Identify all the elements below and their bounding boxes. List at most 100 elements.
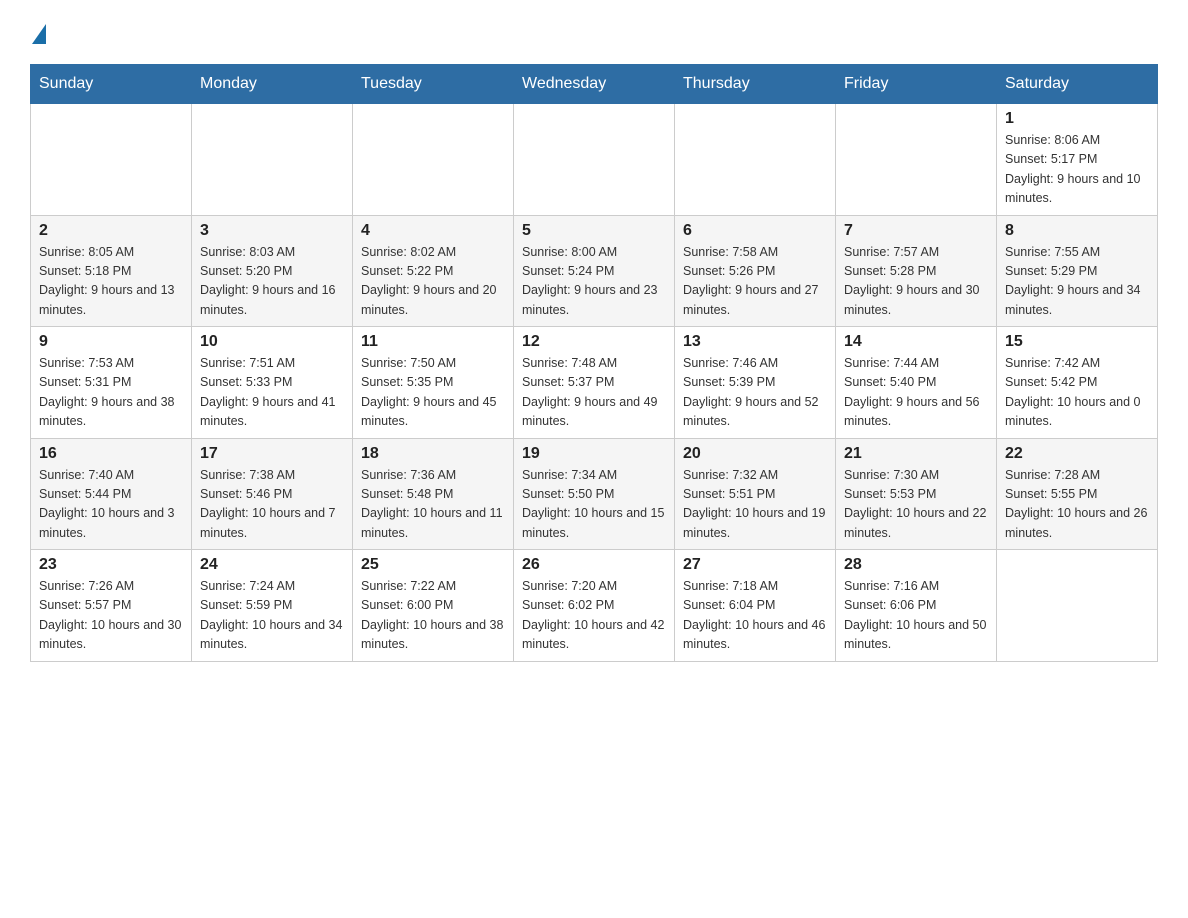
calendar-cell: 16Sunrise: 7:40 AM Sunset: 5:44 PM Dayli…: [31, 438, 192, 550]
day-info: Sunrise: 7:57 AM Sunset: 5:28 PM Dayligh…: [844, 243, 988, 321]
calendar-cell: 18 Sunrise: 7:36 AM Sunset: 5:48 PM Dayli…: [353, 438, 514, 550]
day-info: Sunrise: 7:51 AM Sunset: 5:33 PM Dayligh…: [200, 354, 344, 432]
calendar-cell: 28 Sunrise: 7:16 AM Sunset: 6:06 PM Dayli…: [836, 550, 997, 662]
day-number: 23: [39, 556, 183, 574]
day-info: Sunrise: 7:18 AM Sunset: 6:04 PM Dayligh…: [683, 577, 827, 655]
calendar-cell: 7 Sunrise: 7:57 AM Sunset: 5:28 PM Daylig…: [836, 215, 997, 327]
calendar-cell: [192, 104, 353, 216]
calendar-cell: 2 Sunrise: 8:05 AM Sunset: 5:18 PM Daylig…: [31, 215, 192, 327]
day-number: 22: [1005, 445, 1149, 463]
day-info: Sunrise: 7:40 AM Sunset: 5:44 PM Dayligh…: [39, 466, 183, 544]
day-info: Sunrise: 8:02 AM Sunset: 5:22 PM Dayligh…: [361, 243, 505, 321]
weekday-header-monday: Monday: [192, 65, 353, 104]
day-number: 2: [39, 222, 183, 240]
calendar-cell: 8Sunrise: 7:55 AM Sunset: 5:29 PM Daylig…: [997, 215, 1158, 327]
day-number: 20: [683, 445, 827, 463]
day-number: 10: [200, 333, 344, 351]
weekday-header-friday: Friday: [836, 65, 997, 104]
calendar-cell: 14Sunrise: 7:44 AM Sunset: 5:40 PM Dayli…: [836, 327, 997, 439]
day-info: Sunrise: 8:06 AM Sunset: 5:17 PM Dayligh…: [1005, 131, 1149, 209]
day-number: 1: [1005, 110, 1149, 128]
weekday-header-tuesday: Tuesday: [353, 65, 514, 104]
day-info: Sunrise: 7:30 AM Sunset: 5:53 PM Dayligh…: [844, 466, 988, 544]
logo-triangle-icon: [32, 24, 46, 44]
weekday-header-row: SundayMondayTuesdayWednesdayThursdayFrid…: [31, 65, 1158, 104]
calendar-week-row: 23 Sunrise: 7:26 AM Sunset: 5:57 PM Dayli…: [31, 550, 1158, 662]
calendar-week-row: 2 Sunrise: 8:05 AM Sunset: 5:18 PM Daylig…: [31, 215, 1158, 327]
day-number: 21: [844, 445, 988, 463]
logo: [30, 20, 46, 44]
day-number: 27: [683, 556, 827, 574]
calendar-cell: 4 Sunrise: 8:02 AM Sunset: 5:22 PM Daylig…: [353, 215, 514, 327]
calendar-table: SundayMondayTuesdayWednesdayThursdayFrid…: [30, 64, 1158, 662]
day-info: Sunrise: 7:42 AM Sunset: 5:42 PM Dayligh…: [1005, 354, 1149, 432]
day-info: Sunrise: 7:53 AM Sunset: 5:31 PM Dayligh…: [39, 354, 183, 432]
calendar-cell: 24 Sunrise: 7:24 AM Sunset: 5:59 PM Dayli…: [192, 550, 353, 662]
calendar-cell: 20 Sunrise: 7:32 AM Sunset: 5:51 PM Dayli…: [675, 438, 836, 550]
day-number: 7: [844, 222, 988, 240]
day-number: 26: [522, 556, 666, 574]
day-info: Sunrise: 7:24 AM Sunset: 5:59 PM Dayligh…: [200, 577, 344, 655]
calendar-cell: 12 Sunrise: 7:48 AM Sunset: 5:37 PM Dayli…: [514, 327, 675, 439]
day-number: 24: [200, 556, 344, 574]
day-number: 17: [200, 445, 344, 463]
weekday-header-sunday: Sunday: [31, 65, 192, 104]
weekday-header-thursday: Thursday: [675, 65, 836, 104]
day-info: Sunrise: 7:50 AM Sunset: 5:35 PM Dayligh…: [361, 354, 505, 432]
calendar-cell: 5Sunrise: 8:00 AM Sunset: 5:24 PM Daylig…: [514, 215, 675, 327]
calendar-cell: [31, 104, 192, 216]
day-number: 28: [844, 556, 988, 574]
calendar-cell: [353, 104, 514, 216]
calendar-cell: 13 Sunrise: 7:46 AM Sunset: 5:39 PM Dayli…: [675, 327, 836, 439]
day-info: Sunrise: 7:16 AM Sunset: 6:06 PM Dayligh…: [844, 577, 988, 655]
day-number: 4: [361, 222, 505, 240]
day-info: Sunrise: 7:36 AM Sunset: 5:48 PM Dayligh…: [361, 466, 505, 544]
calendar-cell: 25 Sunrise: 7:22 AM Sunset: 6:00 PM Dayli…: [353, 550, 514, 662]
calendar-cell: 1 Sunrise: 8:06 AM Sunset: 5:17 PM Daylig…: [997, 104, 1158, 216]
calendar-week-row: 9 Sunrise: 7:53 AM Sunset: 5:31 PM Daylig…: [31, 327, 1158, 439]
day-info: Sunrise: 7:48 AM Sunset: 5:37 PM Dayligh…: [522, 354, 666, 432]
day-info: Sunrise: 8:05 AM Sunset: 5:18 PM Dayligh…: [39, 243, 183, 321]
day-info: Sunrise: 7:32 AM Sunset: 5:51 PM Dayligh…: [683, 466, 827, 544]
calendar-cell: 26 Sunrise: 7:20 AM Sunset: 6:02 PM Dayli…: [514, 550, 675, 662]
calendar-cell: [836, 104, 997, 216]
day-number: 8: [1005, 222, 1149, 240]
day-info: Sunrise: 8:00 AM Sunset: 5:24 PM Dayligh…: [522, 243, 666, 321]
calendar-cell: [997, 550, 1158, 662]
day-number: 14: [844, 333, 988, 351]
calendar-cell: 3 Sunrise: 8:03 AM Sunset: 5:20 PM Daylig…: [192, 215, 353, 327]
day-info: Sunrise: 7:58 AM Sunset: 5:26 PM Dayligh…: [683, 243, 827, 321]
day-number: 9: [39, 333, 183, 351]
day-number: 12: [522, 333, 666, 351]
calendar-cell: 11 Sunrise: 7:50 AM Sunset: 5:35 PM Dayli…: [353, 327, 514, 439]
day-number: 3: [200, 222, 344, 240]
day-number: 11: [361, 333, 505, 351]
calendar-cell: 6 Sunrise: 7:58 AM Sunset: 5:26 PM Daylig…: [675, 215, 836, 327]
page-header: [30, 20, 1158, 44]
day-info: Sunrise: 7:26 AM Sunset: 5:57 PM Dayligh…: [39, 577, 183, 655]
day-info: Sunrise: 8:03 AM Sunset: 5:20 PM Dayligh…: [200, 243, 344, 321]
calendar-week-row: 1 Sunrise: 8:06 AM Sunset: 5:17 PM Daylig…: [31, 104, 1158, 216]
day-info: Sunrise: 7:46 AM Sunset: 5:39 PM Dayligh…: [683, 354, 827, 432]
day-number: 6: [683, 222, 827, 240]
day-number: 25: [361, 556, 505, 574]
calendar-week-row: 16Sunrise: 7:40 AM Sunset: 5:44 PM Dayli…: [31, 438, 1158, 550]
day-info: Sunrise: 7:28 AM Sunset: 5:55 PM Dayligh…: [1005, 466, 1149, 544]
day-info: Sunrise: 7:22 AM Sunset: 6:00 PM Dayligh…: [361, 577, 505, 655]
calendar-cell: 27 Sunrise: 7:18 AM Sunset: 6:04 PM Dayli…: [675, 550, 836, 662]
calendar-cell: [675, 104, 836, 216]
day-number: 13: [683, 333, 827, 351]
day-number: 19: [522, 445, 666, 463]
calendar-cell: 22 Sunrise: 7:28 AM Sunset: 5:55 PM Dayli…: [997, 438, 1158, 550]
day-info: Sunrise: 7:34 AM Sunset: 5:50 PM Dayligh…: [522, 466, 666, 544]
calendar-cell: 21 Sunrise: 7:30 AM Sunset: 5:53 PM Dayli…: [836, 438, 997, 550]
calendar-cell: 23 Sunrise: 7:26 AM Sunset: 5:57 PM Dayli…: [31, 550, 192, 662]
day-number: 18: [361, 445, 505, 463]
calendar-cell: 19 Sunrise: 7:34 AM Sunset: 5:50 PM Dayli…: [514, 438, 675, 550]
day-info: Sunrise: 7:20 AM Sunset: 6:02 PM Dayligh…: [522, 577, 666, 655]
calendar-cell: 15 Sunrise: 7:42 AM Sunset: 5:42 PM Dayli…: [997, 327, 1158, 439]
weekday-header-wednesday: Wednesday: [514, 65, 675, 104]
weekday-header-saturday: Saturday: [997, 65, 1158, 104]
day-number: 15: [1005, 333, 1149, 351]
calendar-cell: 9 Sunrise: 7:53 AM Sunset: 5:31 PM Daylig…: [31, 327, 192, 439]
